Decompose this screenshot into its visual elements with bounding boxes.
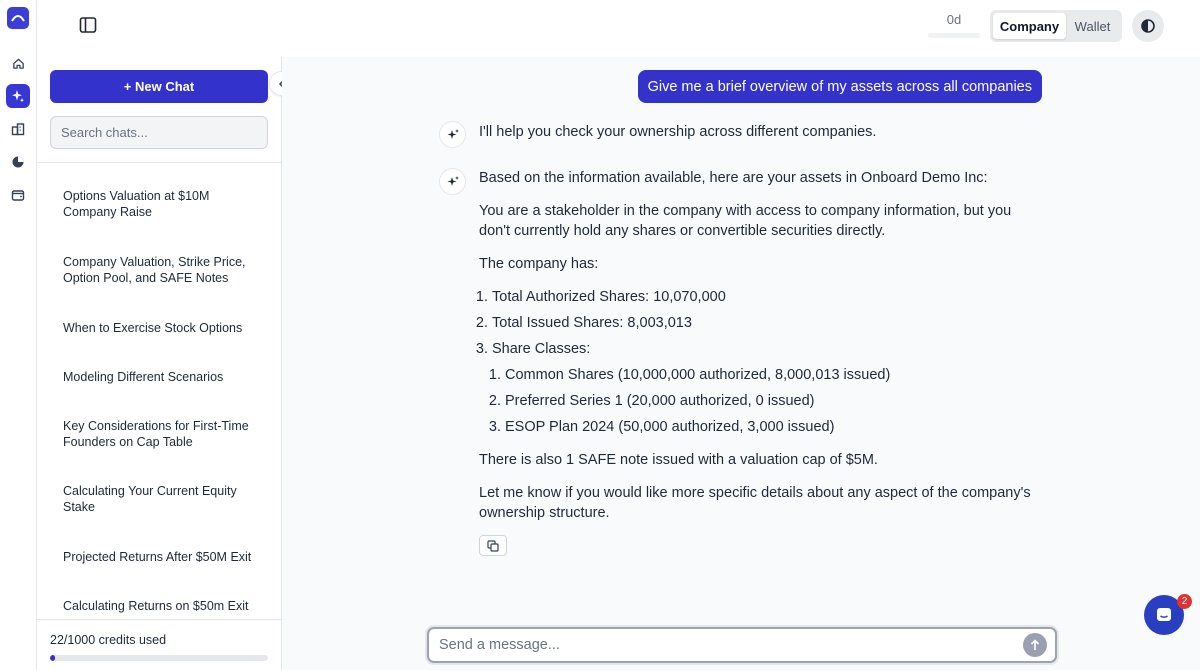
list-item-text: Total Authorized Shares: 10,070,000	[492, 289, 726, 305]
copy-icon	[487, 539, 499, 552]
ai-sparkle-icon	[439, 121, 466, 148]
days-counter: 0d	[946, 12, 962, 27]
list-item-text: Share Classes:	[492, 341, 591, 357]
company-stats-list: Total Authorized Shares: 10,070,000 Tota…	[479, 287, 1039, 437]
chat-item[interactable]: Key Considerations for First-Time Founde…	[50, 418, 268, 450]
days-progress-bar	[928, 33, 980, 38]
theme-toggle-button[interactable]	[1132, 10, 1164, 42]
home-icon[interactable]	[6, 51, 30, 75]
list-item: Total Authorized Shares: 10,070,000	[492, 287, 1039, 307]
top-bar: 0d Company Wallet	[37, 0, 1200, 57]
ai-sparkle-icon	[439, 168, 466, 195]
chat-item[interactable]: Projected Returns After $50M Exit	[50, 549, 268, 565]
list-item-text: Total Issued Shares: 8,003,013	[492, 315, 692, 331]
company-tab[interactable]: Company	[993, 13, 1066, 39]
ai-paragraph: The company has:	[479, 256, 599, 272]
arrow-up-icon	[1030, 639, 1040, 650]
list-item: Common Shares (10,000,000 authorized, 8,…	[505, 365, 1039, 385]
notification-badge: 2	[1177, 594, 1192, 609]
credits-divider	[37, 619, 281, 620]
search-chats-input[interactable]	[50, 116, 268, 149]
copy-button[interactable]	[479, 535, 507, 556]
chat-item[interactable]: Calculating Your Current Equity Stake	[50, 483, 268, 515]
chat-sidebar: + New Chat Options Valuation at $10M Com…	[37, 57, 282, 670]
sparkle-icon[interactable]	[6, 84, 30, 108]
wallet-tab[interactable]: Wallet	[1066, 13, 1119, 39]
wallet-icon[interactable]	[6, 183, 30, 207]
chat-item[interactable]: Calculating Returns on $50m Exit	[50, 598, 268, 614]
list-item-text: Preferred Series 1 (20,000 authorized, 0…	[505, 393, 815, 409]
message-input[interactable]	[439, 635, 999, 655]
chat-item[interactable]: When to Exercise Stock Options	[50, 320, 268, 336]
ai-paragraph: You are a stakeholder in the company wit…	[479, 203, 1012, 239]
chat-main: Give me a brief overview of my assets ac…	[282, 57, 1200, 670]
credits-progress-fill	[50, 655, 55, 661]
contrast-icon	[1141, 19, 1155, 33]
pie-icon[interactable]	[6, 150, 30, 174]
message-composer	[427, 627, 1057, 663]
ai-message-body: Based on the information available, here…	[479, 168, 1039, 536]
ai-message-intro: I'll help you check your ownership acros…	[479, 122, 1039, 155]
new-chat-button[interactable]: + New Chat	[50, 70, 268, 103]
ai-paragraph: Let me know if you would like more speci…	[479, 485, 1031, 521]
list-item: Preferred Series 1 (20,000 authorized, 0…	[505, 391, 1039, 411]
chat-bubble-icon	[1157, 608, 1171, 621]
chat-item[interactable]: Options Valuation at $10M Company Raise	[50, 188, 268, 220]
buildings-icon[interactable]	[6, 117, 30, 141]
share-classes-list: Common Shares (10,000,000 authorized, 8,…	[492, 365, 1039, 437]
sidebar-toggle-icon[interactable]	[79, 16, 97, 34]
credits-progress-bar	[50, 655, 268, 661]
user-message-bubble: Give me a brief overview of my assets ac…	[637, 70, 1042, 103]
list-item: ESOP Plan 2024 (50,000 authorized, 3,000…	[505, 417, 1039, 437]
list-item-text: Common Shares (10,000,000 authorized, 8,…	[505, 367, 891, 383]
list-item: Share Classes: Common Shares (10,000,000…	[492, 339, 1039, 437]
send-button[interactable]	[1023, 633, 1047, 657]
credits-used-label: 22/1000 credits used	[50, 633, 167, 647]
ai-paragraph: There is also 1 SAFE note issued with a …	[479, 452, 878, 468]
app-logo-icon[interactable]	[7, 7, 29, 29]
company-wallet-switch: Company Wallet	[990, 10, 1122, 42]
ai-heading-text: Based on the information available, here…	[479, 170, 988, 186]
list-item: Total Issued Shares: 8,003,013	[492, 313, 1039, 333]
ai-intro-text: I'll help you check your ownership acros…	[479, 124, 877, 140]
icon-rail	[0, 0, 37, 670]
chat-item[interactable]: Modeling Different Scenarios	[50, 369, 268, 385]
list-item-text: ESOP Plan 2024 (50,000 authorized, 3,000…	[505, 419, 835, 435]
chat-list: Options Valuation at $10M Company Raise …	[50, 163, 268, 618]
chat-item[interactable]: Company Valuation, Strike Price, Option …	[50, 254, 268, 286]
